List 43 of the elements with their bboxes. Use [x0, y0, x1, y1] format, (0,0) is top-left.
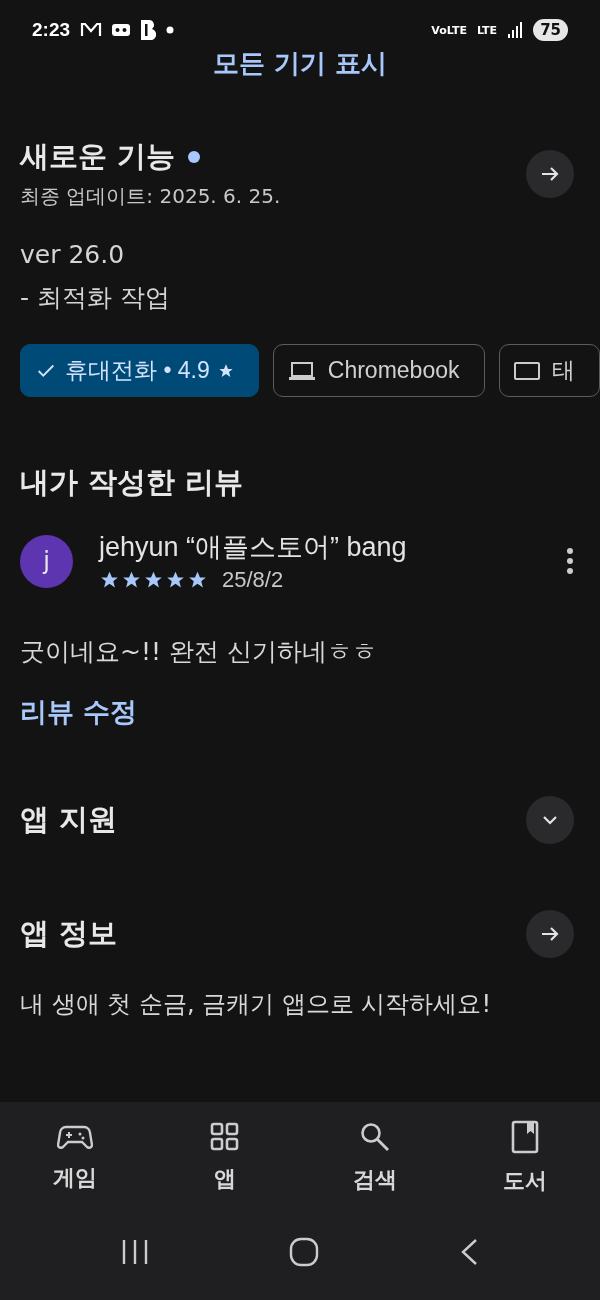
grid-icon: [210, 1122, 240, 1152]
network-label: VoLTE: [431, 23, 467, 37]
star-icon: [217, 362, 234, 379]
network-label: LTE: [476, 23, 498, 37]
back-icon[interactable]: [459, 1238, 479, 1266]
review-author: jehyun “애플스토어” bang: [99, 531, 408, 564]
search-icon: [359, 1121, 391, 1153]
app-description: 내 생애 첫 순금, 금캐기 앱으로 시작하세요!: [20, 989, 493, 1020]
release-note: ver 26.0: [20, 240, 126, 269]
voicemail-icon: [112, 24, 131, 36]
device-chip[interactable]: 휴대전화 • 4.9: [20, 344, 259, 397]
section-title: 앱 정보: [20, 915, 118, 952]
review-date: 25/8/2: [222, 567, 284, 593]
avatar: j: [20, 534, 73, 588]
home-icon[interactable]: [289, 1237, 319, 1267]
mail-icon: [80, 22, 103, 38]
update-date: 최종 업데이트: 2025. 6. 25.: [20, 183, 281, 210]
show-all-devices-link[interactable]: 모든 기기 표시: [212, 46, 388, 81]
notification-dot-icon: [166, 26, 175, 34]
tablet-icon: [513, 360, 540, 381]
recent-apps-icon[interactable]: [121, 1239, 149, 1265]
nav-tab[interactable]: 게임: [20, 1117, 130, 1199]
gamepad-icon: [57, 1123, 93, 1151]
laptop-icon: [287, 359, 316, 382]
section-title: 내가 작성한 리뷰: [19, 464, 245, 501]
device-chip[interactable]: 태: [498, 344, 600, 397]
clock: 2:23: [32, 19, 71, 41]
section-title: 새로운 기능: [20, 138, 176, 175]
nav-tab[interactable]: 검색: [320, 1115, 430, 1201]
battery-level: 75: [533, 19, 568, 41]
book-icon: [511, 1120, 539, 1154]
arrow-button[interactable]: [526, 910, 574, 958]
edit-review-link[interactable]: 리뷰 수정: [20, 694, 580, 730]
arrow-button[interactable]: [526, 149, 574, 198]
nav-tab[interactable]: 앱: [170, 1116, 280, 1200]
section-title: 앱 지원: [20, 801, 118, 838]
review-text: 굿이네요~!! 완전 신기하네ㅎㅎ: [20, 636, 378, 668]
app-logo-icon: [140, 20, 157, 40]
nav-tab[interactable]: 도서: [470, 1114, 580, 1202]
release-note: - 최적화 작업: [20, 282, 171, 314]
device-chip[interactable]: Chromebook: [272, 344, 485, 397]
signal-icon: [507, 22, 524, 38]
more-options-icon[interactable]: [566, 547, 574, 575]
